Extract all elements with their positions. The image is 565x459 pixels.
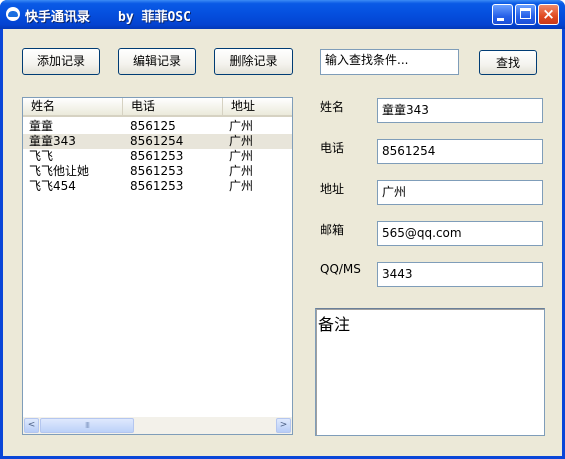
list-item[interactable]: 飞飞他让她 8561253 广州 [23,164,292,179]
scrollbar-thumb[interactable]: III [40,418,134,433]
list-item[interactable]: 童童 856125 广州 [23,119,292,134]
cell-name: 飞飞 [29,149,54,163]
minimize-button[interactable] [492,4,513,25]
app-icon[interactable] [6,7,20,21]
delete-record-button[interactable]: 删除记录 [214,48,293,75]
address-field[interactable]: 广州 [377,180,543,205]
column-header-name[interactable]: 姓名 [23,98,123,115]
cell-name: 飞飞454 [29,179,76,193]
list-item[interactable]: 飞飞454 8561253 广州 [23,179,292,194]
close-button[interactable]: × [538,4,559,25]
cell-phone: 8561253 [130,164,184,178]
address-label: 地址 [320,182,345,196]
cell-name: 飞飞他让她 [29,164,90,178]
cell-name: 童童343 [29,134,76,148]
list-item[interactable]: 飞飞 8561253 广州 [23,149,292,164]
name-label: 姓名 [320,100,345,114]
scroll-left-icon[interactable]: < [24,418,39,433]
cell-address: 广州 [229,164,254,178]
edit-record-button[interactable]: 编辑记录 [118,48,196,75]
cell-address: 广州 [229,179,254,193]
column-header-phone[interactable]: 电话 [123,98,223,115]
contact-list[interactable]: 姓名 电话 地址 童童 856125 广州 童童343 8561254 广州 飞… [22,97,293,435]
column-header-address[interactable]: 地址 [223,98,292,115]
scroll-right-icon[interactable]: > [276,418,291,433]
email-field[interactable]: 565@qq.com [377,221,543,246]
cell-phone: 8561253 [130,179,184,193]
window-author: by 菲菲OSC [118,10,191,25]
cell-phone: 8561253 [130,149,184,163]
search-input[interactable]: 输入查找条件... [320,49,459,75]
main-panel: 添加记录 编辑记录 删除记录 输入查找条件... 查找 姓名 电话 地址 童童 … [3,29,562,456]
horizontal-scrollbar[interactable]: < III > [23,417,292,434]
phone-field[interactable]: 8561254 [377,139,543,164]
close-icon: × [542,5,555,23]
maximize-button[interactable] [515,4,536,25]
app-window: 快手通讯录 by 菲菲OSC × 添加记录 编辑记录 删除记录 输入查找条件..… [0,0,565,459]
name-field[interactable]: 童童343 [377,98,543,123]
cell-address: 广州 [229,149,254,163]
cell-address: 广州 [229,134,254,148]
add-record-button[interactable]: 添加记录 [22,48,100,75]
qq-field[interactable]: 3443 [377,262,543,287]
notes-textarea[interactable]: 备注 [315,308,545,436]
phone-label: 电话 [320,141,345,155]
window-title: 快手通讯录 [25,10,91,25]
cell-phone: 8561254 [130,134,184,148]
cell-name: 童童 [29,119,54,133]
qq-label: QQ/MS [320,262,361,276]
list-header: 姓名 电话 地址 [23,98,292,117]
list-item-selected[interactable]: 童童343 8561254 广州 [23,134,292,149]
email-label: 邮箱 [320,223,345,237]
cell-address: 广州 [229,119,254,133]
title-bar[interactable]: 快手通讯录 by 菲菲OSC × [0,0,565,29]
cell-phone: 856125 [130,119,176,133]
search-button[interactable]: 查找 [479,50,537,75]
